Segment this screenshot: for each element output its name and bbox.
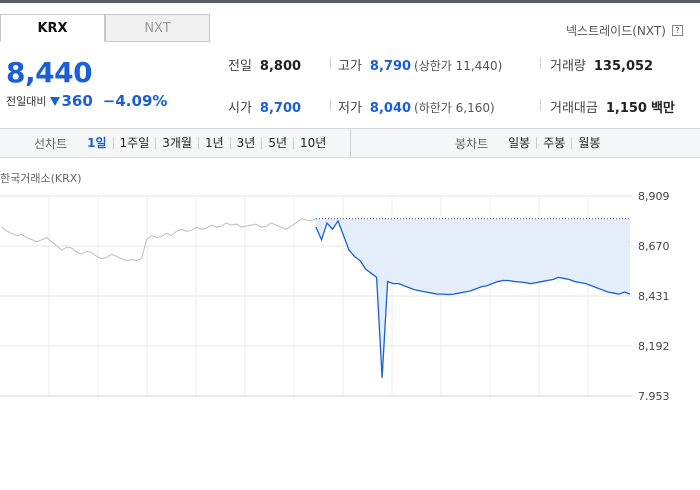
stat-label: 거래량 — [550, 59, 586, 74]
toolbar-divider — [350, 129, 351, 157]
market-tabs: KRX NXT — [0, 14, 210, 42]
change-label: 전일대비 — [6, 95, 47, 108]
current-price: 8,440 — [6, 56, 93, 89]
nxt-link-label: 넥스트레이드(NXT) — [566, 24, 666, 38]
stat-volume: 거래량 135,052 — [550, 55, 653, 74]
line-chart-label: 선차트 — [34, 136, 68, 151]
top-border — [0, 0, 700, 3]
line-chart-periods: 선차트 1일 1주일 3개월 1년 3년 5년 10년 — [34, 129, 332, 157]
period-weekly-candle[interactable]: 주봉 — [536, 137, 571, 149]
y-tick-label: 8,431 — [638, 290, 670, 303]
change-value: 360 — [61, 92, 93, 110]
price-change: 전일대비 360 −4.09% — [6, 92, 167, 110]
stat-sub: (상한가 11,440) — [414, 59, 503, 73]
tab-nxt[interactable]: NXT — [105, 14, 210, 42]
stat-unit: 백만 — [650, 101, 675, 116]
divider — [540, 99, 541, 111]
y-tick-label: 8,670 — [638, 240, 670, 253]
stat-low: 저가 8,040 (하한가 6,160) — [338, 97, 495, 116]
change-percent: −4.09% — [102, 92, 168, 110]
candle-chart-label: 봉차트 — [455, 136, 489, 151]
period-3y[interactable]: 3년 — [229, 137, 262, 149]
chart-source-label: 한국거래소(KRX) — [0, 172, 82, 185]
divider — [330, 99, 331, 111]
stat-label: 고가 — [338, 59, 362, 74]
chart-toolbar: 선차트 1일 1주일 3개월 1년 3년 5년 10년 봉차트 일봉 주봉 월봉 — [0, 128, 700, 158]
stat-value: 8,800 — [259, 59, 302, 74]
period-10y[interactable]: 10년 — [293, 137, 332, 149]
period-monthly-candle[interactable]: 월봉 — [571, 137, 606, 149]
period-1d[interactable]: 1일 — [81, 137, 112, 149]
y-tick-label: 7,953 — [638, 390, 670, 400]
intraday-price-chart: 8,909 8,670 8,431 8,192 7,953 — [0, 190, 670, 400]
stat-value: 8,700 — [259, 101, 302, 116]
stat-amount: 거래대금 1,150 백만 — [550, 97, 675, 116]
change-area-fill — [316, 218, 630, 378]
period-1w[interactable]: 1주일 — [112, 137, 156, 149]
period-1y[interactable]: 1년 — [197, 137, 230, 149]
y-tick-label: 8,192 — [638, 340, 670, 353]
nxt-info-link[interactable]: 넥스트레이드(NXT) ? — [566, 22, 683, 39]
stat-label: 저가 — [338, 101, 362, 116]
period-3m[interactable]: 3개월 — [155, 137, 198, 149]
period-daily-candle[interactable]: 일봉 — [502, 137, 536, 149]
stat-value: 8,790 — [369, 59, 412, 74]
stat-value: 135,052 — [593, 59, 654, 74]
divider — [330, 57, 331, 69]
stat-value: 1,150 — [605, 101, 647, 116]
period-5y[interactable]: 5년 — [261, 137, 293, 149]
stat-value: 8,040 — [369, 101, 412, 116]
stat-prev-close: 전일 8,800 — [228, 55, 301, 74]
stat-label: 전일 — [228, 59, 252, 74]
stat-sub: (하한가 6,160) — [414, 101, 495, 115]
divider — [540, 57, 541, 69]
stat-label: 시가 — [228, 101, 252, 116]
tab-krx[interactable]: KRX — [0, 14, 105, 42]
y-tick-label: 8,909 — [638, 190, 670, 203]
help-icon[interactable]: ? — [671, 25, 683, 36]
stat-label: 거래대금 — [550, 101, 598, 116]
stat-high: 고가 8,790 (상한가 11,440) — [338, 55, 502, 74]
stat-open: 시가 8,700 — [228, 97, 301, 116]
down-arrow-icon — [50, 96, 61, 106]
candle-chart-periods: 봉차트 일봉 주봉 월봉 — [455, 129, 606, 157]
